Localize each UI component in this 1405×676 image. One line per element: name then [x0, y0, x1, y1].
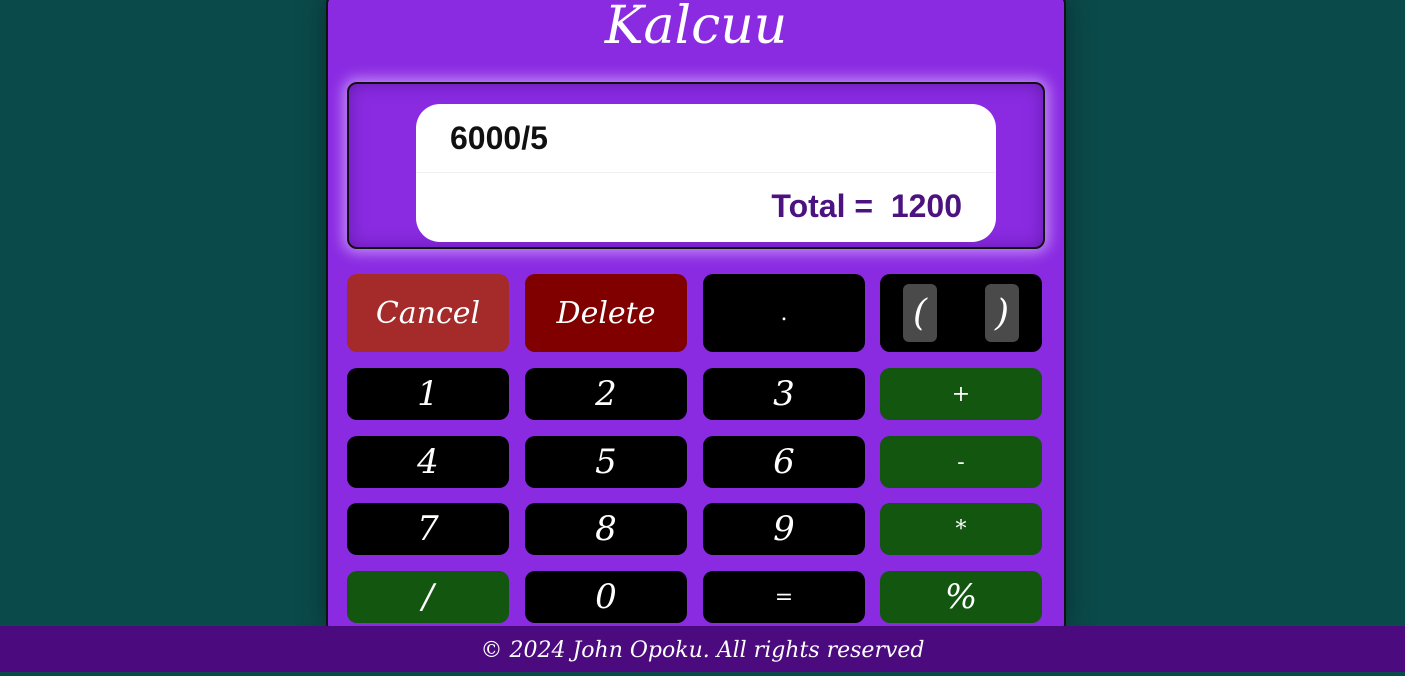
digit-1-button[interactable]: 1: [347, 368, 509, 420]
digit-4-button[interactable]: 4: [347, 436, 509, 488]
close-paren-button[interactable]: ): [985, 284, 1019, 342]
digit-7-button[interactable]: 7: [347, 503, 509, 555]
minus-button[interactable]: -: [880, 436, 1042, 488]
delete-button[interactable]: Delete: [525, 274, 687, 352]
parentheses-group: ( ): [880, 274, 1042, 352]
expression-display: 6000/5: [450, 120, 548, 156]
percent-button[interactable]: %: [880, 571, 1042, 623]
equals-button[interactable]: =: [703, 571, 865, 623]
digit-9-button[interactable]: 9: [703, 503, 865, 555]
open-paren-button[interactable]: (: [903, 284, 937, 342]
digit-0-button[interactable]: 0: [525, 571, 687, 623]
total-display: Total = 1200: [771, 188, 962, 225]
multiply-button[interactable]: *: [880, 503, 1042, 555]
digit-6-button[interactable]: 6: [703, 436, 865, 488]
display-divider: [416, 172, 996, 173]
display-frame: 6000/5 Total = 1200: [347, 82, 1045, 249]
total-value: 1200: [890, 188, 962, 224]
display-screen: 6000/5 Total = 1200: [416, 104, 996, 242]
divide-button[interactable]: /: [347, 571, 509, 623]
digit-5-button[interactable]: 5: [525, 436, 687, 488]
app-title: Kalcuu: [604, 0, 788, 56]
decimal-point-button[interactable]: .: [703, 274, 865, 352]
total-label: Total =: [771, 188, 874, 224]
cancel-button[interactable]: Cancel: [347, 274, 509, 352]
footer-copyright: © 2024 John Opoku. All rights reserved: [0, 626, 1405, 672]
calculator: Kalcuu 6000/5 Total = 1200 Cancel Delete…: [326, 0, 1066, 634]
plus-button[interactable]: +: [880, 368, 1042, 420]
digit-2-button[interactable]: 2: [525, 368, 687, 420]
digit-8-button[interactable]: 8: [525, 503, 687, 555]
digit-3-button[interactable]: 3: [703, 368, 865, 420]
